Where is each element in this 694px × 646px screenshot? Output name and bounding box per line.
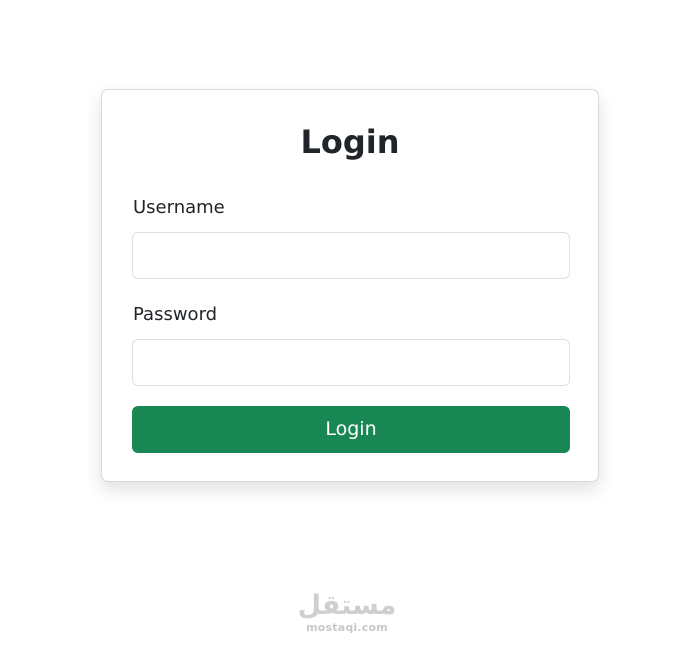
login-page: Login Username Password Login مستقل most…	[0, 0, 694, 646]
watermark-logo: مستقل mostaqi.com	[297, 590, 397, 635]
password-input[interactable]	[132, 339, 570, 386]
login-title: Login	[300, 123, 400, 161]
watermark-logo-text: مستقل	[297, 590, 397, 621]
login-button[interactable]: Login	[132, 406, 570, 453]
login-card: Login Username Password Login	[101, 89, 599, 482]
watermark-url: mostaqi.com	[306, 621, 388, 634]
password-label: Password	[133, 304, 218, 325]
username-input[interactable]	[132, 232, 570, 279]
username-label: Username	[133, 197, 225, 218]
